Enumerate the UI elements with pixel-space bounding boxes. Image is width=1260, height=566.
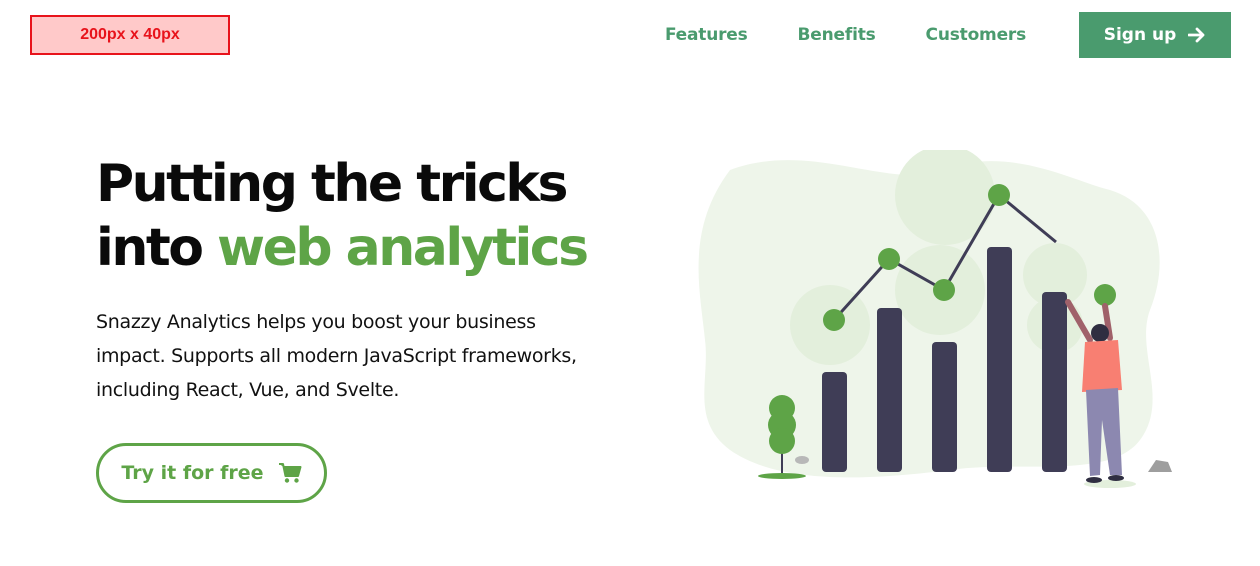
hero-description: Snazzy Analytics helps you boost your bu… <box>96 311 577 401</box>
logo-placeholder: 200px x 40px <box>30 15 230 55</box>
logo-placeholder-text: 200px x 40px <box>80 26 180 43</box>
hero-title-line2-plain: into <box>96 218 218 278</box>
trend-point <box>823 309 845 331</box>
arrow-right-icon <box>1188 27 1206 43</box>
hero-title-accent: web analytics <box>217 218 589 278</box>
try-free-label: Try it for free <box>121 462 264 484</box>
shopping-cart-icon <box>278 462 302 484</box>
nav-link-features[interactable]: Features <box>665 12 748 58</box>
chart-bar-1 <box>822 372 847 472</box>
signup-label: Sign up <box>1103 25 1177 45</box>
trend-point <box>878 248 900 270</box>
try-free-button[interactable]: Try it for free <box>96 443 327 503</box>
trend-point <box>933 279 955 301</box>
trend-point <box>1094 284 1116 306</box>
hero-title: Putting the tricks into web analytics <box>96 152 589 280</box>
analytics-illustration <box>690 145 1190 500</box>
signup-button[interactable]: Sign up <box>1079 12 1231 58</box>
chart-bar-4 <box>987 247 1012 472</box>
chart-bar-2 <box>877 308 902 472</box>
nav-link-customers[interactable]: Customers <box>926 12 1027 58</box>
hero-title-line1: Putting the tricks <box>96 154 568 214</box>
nav-link-benefits[interactable]: Benefits <box>798 12 876 58</box>
chart-bar-5 <box>1042 292 1067 472</box>
main-nav: Features Benefits Customers Sign up <box>665 12 1231 58</box>
trend-point <box>988 184 1010 206</box>
chart-bar-3 <box>932 342 957 472</box>
